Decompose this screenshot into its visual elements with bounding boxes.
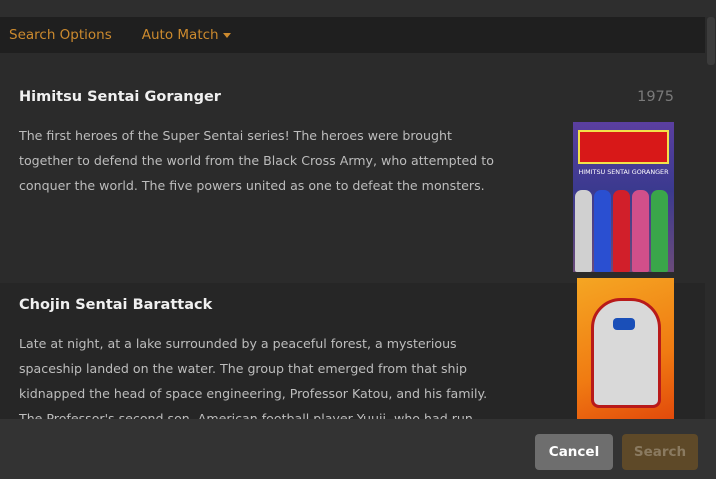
poster-hero xyxy=(575,190,592,272)
poster-robot-visor xyxy=(613,318,635,330)
search-results-list: Himitsu Sentai Goranger 1975 The first h… xyxy=(0,53,705,419)
result-summary: Late at night, at a lake surrounded by a… xyxy=(19,336,488,419)
result-year: 1975 xyxy=(637,89,674,105)
search-button[interactable]: Search xyxy=(622,434,698,470)
result-title: Himitsu Sentai Goranger xyxy=(19,89,221,105)
result-title: Chojin Sentai Barattack xyxy=(19,297,213,313)
poster-hero xyxy=(651,190,668,272)
poster-hero xyxy=(632,190,649,272)
window-titlebar xyxy=(0,0,716,17)
scrollbar-thumb[interactable] xyxy=(707,17,715,65)
cancel-button[interactable]: Cancel xyxy=(535,434,613,470)
dialog-footer: Cancel Search xyxy=(0,419,716,479)
search-toolbar: Search Options Auto Match xyxy=(0,17,705,53)
poster-robot xyxy=(591,298,661,408)
poster-hero xyxy=(594,190,611,272)
search-options-menu[interactable]: Search Options xyxy=(9,27,112,43)
poster-hero xyxy=(613,190,630,272)
result-poster xyxy=(577,278,674,419)
auto-match-dropdown[interactable]: Auto Match xyxy=(142,27,231,43)
poster-subtitle: HIMITSU SENTAI GORANGER xyxy=(578,168,669,176)
caret-down-icon xyxy=(222,33,231,38)
result-poster: HIMITSU SENTAI GORANGER xyxy=(573,122,674,272)
result-summary: The first heroes of the Super Sentai ser… xyxy=(19,128,494,193)
results-scrollbar[interactable] xyxy=(705,17,716,419)
auto-match-label: Auto Match xyxy=(141,27,219,43)
poster-logo xyxy=(578,130,669,164)
